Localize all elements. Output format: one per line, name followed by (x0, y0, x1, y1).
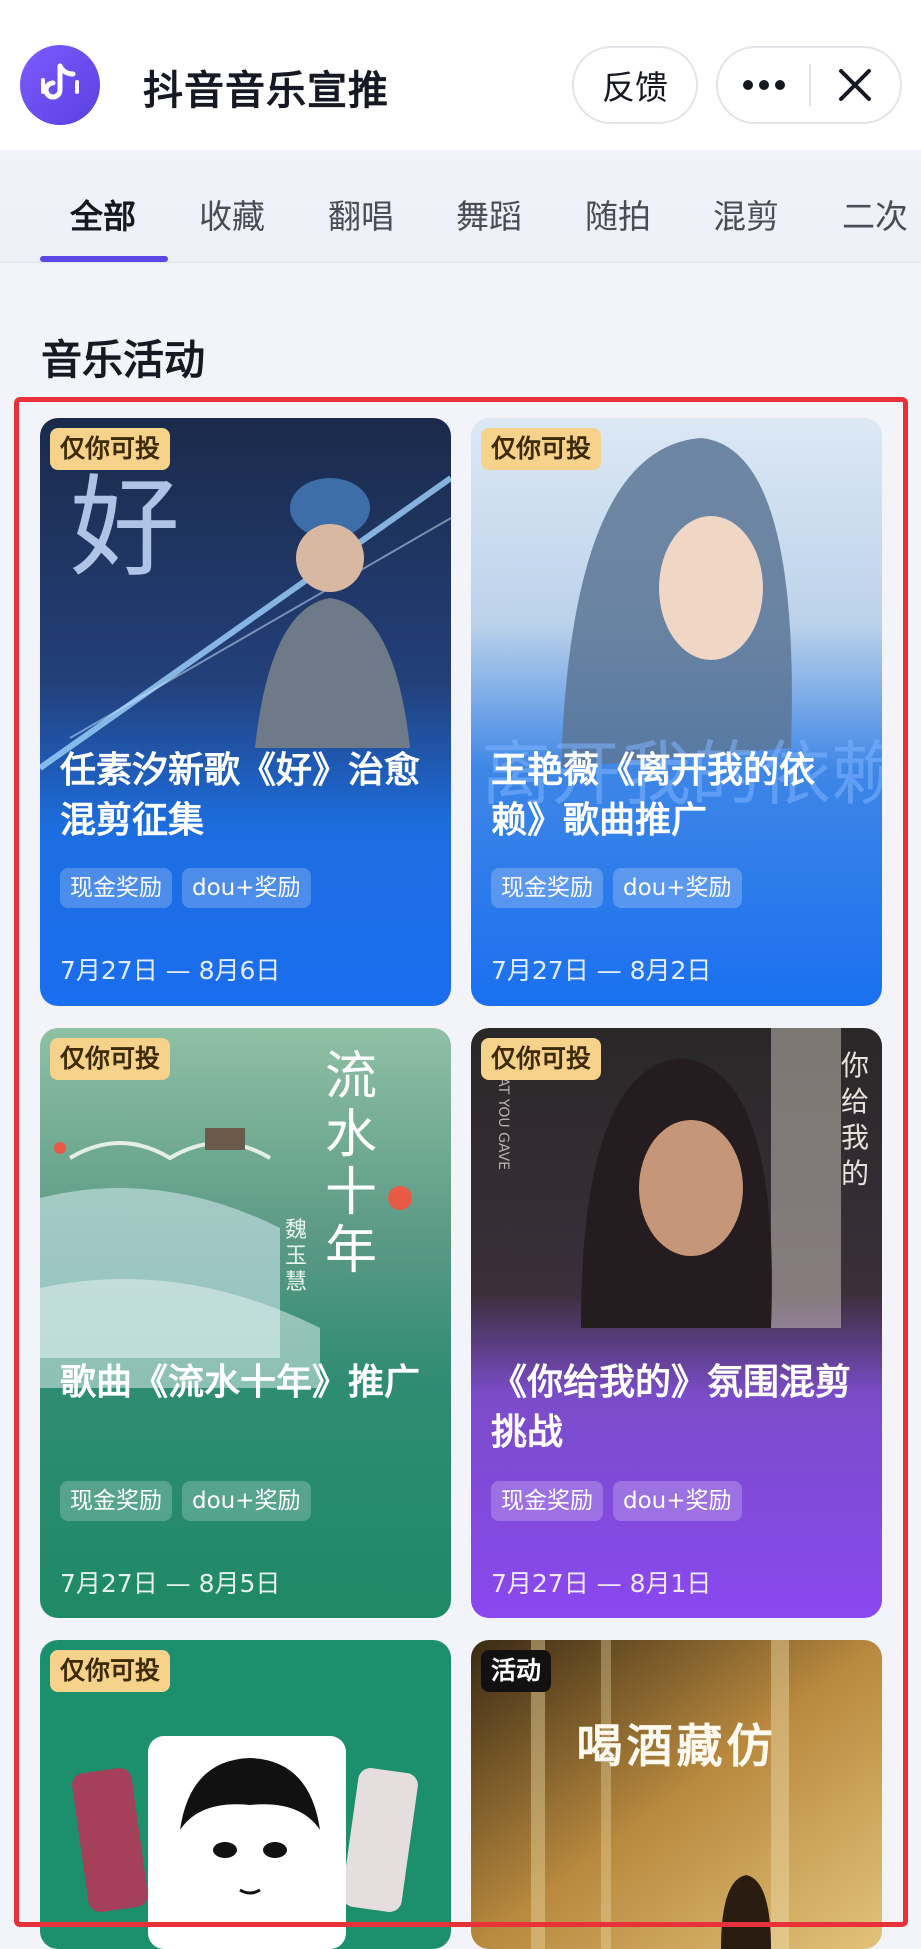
reward-tag: dou+奖励 (182, 1481, 311, 1521)
card-title: 歌曲《流水十年》推广 (60, 1362, 421, 1403)
reward-tag: dou+奖励 (182, 868, 311, 908)
status-badge: 仅你可投 (50, 428, 171, 470)
douyin-music-logo-icon (20, 45, 100, 125)
status-badge: 仅你可投 (50, 1650, 171, 1692)
cover-art-subtext: 魏玉慧 (285, 1218, 308, 1295)
active-tab-indicator (40, 256, 168, 262)
reward-tag: 现金奖励 (491, 868, 603, 908)
tab-dance[interactable]: 舞蹈 (456, 190, 522, 238)
card-cover-image (40, 1028, 451, 1618)
activity-card[interactable]: THAT YOU GAVE 你给我的 仅你可投 《你给我的》氛围混剪挑战 现金奖… (471, 1028, 882, 1618)
card-date: 7月27日 — 8月1日 (491, 1569, 712, 1598)
reward-tag: 现金奖励 (60, 1481, 172, 1521)
header-bar: 抖音音乐宣推 反馈 (0, 0, 921, 150)
card-date: 7月27日 — 8月5日 (60, 1569, 281, 1598)
reward-tag: 现金奖励 (60, 868, 172, 908)
card-title: 《你给我的》氛围混剪挑战 (491, 1362, 852, 1453)
tab-favorites[interactable]: 收藏 (199, 190, 265, 238)
category-tabs: 全部 收藏 翻唱 舞蹈 随拍 混剪 二次 (0, 150, 921, 263)
tab-remix[interactable]: 混剪 (713, 190, 779, 238)
card-date: 7月27日 — 8月6日 (60, 956, 281, 985)
status-badge: 仅你可投 (481, 428, 602, 470)
mini-program-capsule (716, 46, 902, 124)
reward-tags: 现金奖励 dou+奖励 (60, 868, 311, 908)
status-badge: 活动 (481, 1650, 552, 1692)
cover-art-text: 你给我的 (841, 1049, 870, 1190)
reward-tags: 现金奖励 dou+奖励 (60, 1481, 311, 1521)
tab-anime[interactable]: 二次 (842, 190, 908, 238)
tab-cover[interactable]: 翻唱 (328, 190, 394, 238)
card-cover-image (471, 418, 882, 1006)
tab-casual-shoot[interactable]: 随拍 (585, 190, 651, 238)
activity-card[interactable]: 好 仅你可投 任素汐新歌《好》治愈混剪征集 现金奖励 dou+奖励 7月27日 … (40, 418, 451, 1006)
status-badge: 仅你可投 (50, 1038, 171, 1080)
activity-card[interactable]: 仅你可投 (40, 1640, 451, 1949)
status-badge: 仅你可投 (481, 1038, 602, 1080)
card-date: 7月27日 — 8月2日 (491, 956, 712, 985)
activity-card[interactable]: 流水十年 魏玉慧 仅你可投 歌曲《流水十年》推广 现金奖励 dou+奖励 7月2… (40, 1028, 451, 1618)
cover-art-text: 流水十年 (325, 1047, 378, 1281)
section-title: 音乐活动 (41, 336, 205, 384)
tab-all[interactable]: 全部 (70, 190, 136, 238)
card-title: 王艳薇《离开我的依赖》歌曲推广 (491, 750, 816, 841)
reward-tags: 现金奖励 dou+奖励 (491, 868, 742, 908)
app-title: 抖音音乐宣推 (143, 68, 389, 114)
reward-tag: 现金奖励 (491, 1481, 603, 1521)
reward-tag: dou+奖励 (613, 868, 742, 908)
feedback-button[interactable]: 反馈 (572, 46, 698, 124)
close-icon[interactable] (811, 48, 900, 122)
page: 抖音音乐宣推 反馈 全部 收藏 翻唱 舞蹈 随拍 混剪 二次 音乐活动 好 仅你… (0, 0, 921, 1949)
reward-tags: 现金奖励 dou+奖励 (491, 1481, 742, 1521)
cover-art-text: 喝酒藏仿 (576, 1719, 777, 1773)
activity-card[interactable]: 喝酒藏仿 活动 (471, 1640, 882, 1949)
more-dots-icon[interactable] (718, 48, 809, 122)
activity-card[interactable]: 离开我的依赖 仅你可投 王艳薇《离开我的依赖》歌曲推广 现金奖励 dou+奖励 … (471, 418, 882, 1006)
card-cover-image (471, 1028, 882, 1618)
card-title: 任素汐新歌《好》治愈混剪征集 (60, 750, 421, 841)
reward-tag: dou+奖励 (613, 1481, 742, 1521)
